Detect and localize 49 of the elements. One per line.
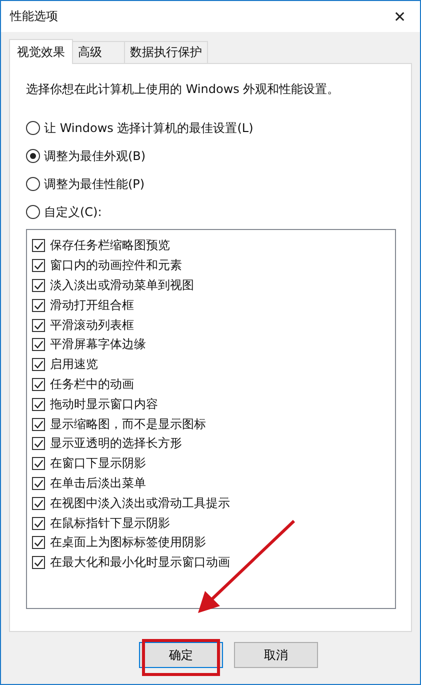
checkbox-label: 在单击后淡出菜单	[50, 474, 146, 492]
checkbox[interactable]	[32, 398, 45, 411]
checkbox[interactable]	[32, 259, 45, 272]
checkbox-label: 保存任务栏缩略图预览	[50, 237, 170, 254]
radio-button[interactable]	[26, 205, 40, 219]
radio-button[interactable]	[26, 149, 40, 163]
ok-button[interactable]: 确定	[139, 642, 223, 668]
checkbox[interactable]	[32, 476, 45, 490]
checkbox-label: 在桌面上为图标标签使用阴影	[50, 534, 206, 552]
radio-button[interactable]	[26, 121, 40, 135]
checkbox[interactable]	[32, 418, 45, 431]
checkbox[interactable]	[32, 496, 45, 510]
checkbox[interactable]	[32, 437, 45, 450]
checkbox-label: 平滑滚动列表框	[50, 316, 134, 334]
tab[interactable]: 视觉效果	[9, 39, 73, 64]
cancel-button[interactable]: 取消	[234, 642, 318, 668]
checkbox[interactable]	[32, 278, 45, 292]
checkbox-label: 显示亚透明的选择长方形	[50, 435, 182, 452]
radio-label: 自定义(C):	[44, 204, 102, 220]
checkbox-label: 任务栏中的动画	[50, 376, 134, 393]
checkbox[interactable]	[32, 239, 45, 252]
checkbox-label: 拖动时显示窗口内容	[50, 396, 158, 413]
checkbox[interactable]	[32, 338, 45, 352]
checkbox-label: 在鼠标指针下显示阴影	[50, 514, 170, 532]
checkbox-label: 滑动打开组合框	[50, 296, 134, 314]
checkbox[interactable]	[32, 318, 45, 332]
checkbox-label: 淡入淡出或滑动菜单到视图	[50, 276, 194, 294]
checkbox-label: 在最大化和最小化时显示窗口动画	[50, 554, 230, 572]
checkbox[interactable]	[32, 358, 45, 372]
radio-label: 让 Windows 选择计算机的最佳设置(L)	[44, 120, 254, 136]
checkbox-label: 平滑屏幕字体边缘	[50, 336, 146, 354]
checkbox-label: 窗口内的动画控件和元素	[50, 257, 182, 274]
checkbox-label: 显示缩略图，而不是显示图标	[50, 416, 206, 433]
radio-label: 调整为最佳性能(P)	[44, 176, 145, 192]
radio-label: 调整为最佳外观(B)	[44, 148, 146, 164]
close-button[interactable]: ✕	[380, 1, 420, 32]
checkbox[interactable]	[32, 457, 45, 470]
description-text: 选择你想在此计算机上使用的 Windows 外观和性能设置。	[26, 81, 340, 98]
checkbox[interactable]	[32, 378, 45, 391]
radio-button[interactable]	[26, 177, 40, 191]
checkbox-label: 启用速览	[50, 356, 98, 374]
checkbox[interactable]	[32, 556, 45, 570]
window-title: 性能选项	[10, 8, 58, 25]
checkbox-label: 在视图中淡入淡出或滑动工具提示	[50, 494, 230, 512]
tab[interactable]: 数据执行保护	[124, 41, 208, 63]
checkbox-label: 在窗口下显示阴影	[50, 455, 146, 472]
checkbox[interactable]	[32, 536, 45, 550]
checkbox[interactable]	[32, 516, 45, 530]
checkbox[interactable]	[32, 298, 45, 312]
